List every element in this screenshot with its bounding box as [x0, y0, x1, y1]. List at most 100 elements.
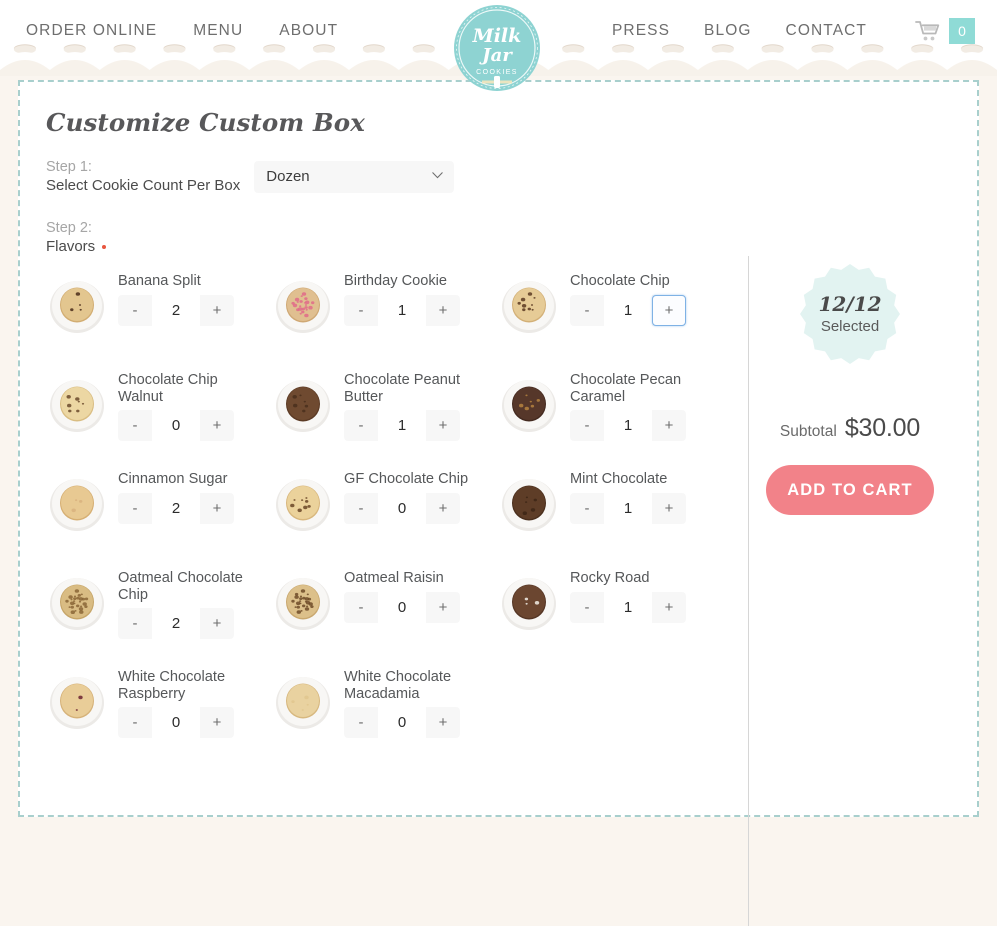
- decrement-button[interactable]: -: [118, 493, 152, 524]
- decrement-button[interactable]: -: [570, 410, 604, 441]
- cookie-thumbnail-icon: [50, 677, 104, 729]
- flavor-item: Banana Split -2 +: [46, 272, 272, 371]
- site-header: ORDER ONLINE MENU ABOUT PRESS BLOG CONTA…: [0, 0, 997, 91]
- flavor-item: Chocolate Pecan Caramel -1 +: [498, 371, 724, 470]
- flavor-name: Mint Chocolate: [570, 471, 668, 487]
- increment-button[interactable]: +: [426, 592, 460, 623]
- quantity-stepper: -2 +: [118, 608, 234, 639]
- increment-button[interactable]: +: [426, 295, 460, 326]
- increment-button[interactable]: +: [426, 410, 460, 441]
- increment-button[interactable]: +: [200, 410, 234, 441]
- flavor-item: GF Chocolate Chip -0 +: [272, 470, 498, 569]
- increment-button[interactable]: +: [426, 707, 460, 738]
- decrement-button[interactable]: -: [570, 592, 604, 623]
- flavor-body: Oatmeal Chocolate Chip -2 +: [118, 569, 250, 639]
- increment-button[interactable]: +: [200, 608, 234, 639]
- quantity-value[interactable]: 0: [378, 591, 426, 623]
- decrement-button[interactable]: -: [118, 295, 152, 326]
- nav-right-group: PRESS BLOG CONTACT 0: [612, 18, 975, 44]
- quantity-stepper: -1 +: [570, 492, 686, 524]
- step-1-sublabel: Select Cookie Count Per Box: [46, 177, 241, 194]
- increment-button[interactable]: +: [652, 493, 686, 524]
- decrement-button[interactable]: -: [118, 608, 152, 639]
- cookie-thumbnail: [46, 274, 108, 336]
- quantity-value[interactable]: 1: [604, 492, 652, 524]
- quantity-value[interactable]: 1: [604, 410, 652, 441]
- quantity-value[interactable]: 0: [378, 492, 426, 524]
- quantity-value[interactable]: 2: [152, 294, 200, 326]
- decrement-button[interactable]: -: [118, 410, 152, 441]
- increment-button[interactable]: +: [200, 707, 234, 738]
- increment-button[interactable]: +: [652, 410, 686, 441]
- cookie-count-select[interactable]: Dozen: [254, 160, 455, 193]
- decrement-button[interactable]: -: [118, 707, 152, 738]
- quantity-value[interactable]: 2: [152, 492, 200, 524]
- logo-text-cookies: COOKIES: [476, 69, 518, 76]
- flavor-body: Chocolate Chip -1 +: [570, 272, 686, 326]
- quantity-value[interactable]: 1: [378, 410, 426, 441]
- cookie-thumbnail-icon: [50, 380, 104, 432]
- cookie-thumbnail-icon: [276, 578, 330, 630]
- nav-contact[interactable]: CONTACT: [786, 22, 867, 40]
- step-2-sublabel: Flavors: [46, 238, 96, 255]
- step-2-label: Step 2:: [46, 220, 92, 236]
- flavor-grid: Banana Split -2 + Birthday Cookie -1 + Chocola…: [46, 256, 725, 926]
- flavor-body: Birthday Cookie -1 +: [344, 272, 460, 326]
- flavor-item: Mint Chocolate -1 +: [498, 470, 724, 569]
- quantity-value[interactable]: 1: [378, 294, 426, 326]
- cookie-thumbnail: [46, 373, 108, 435]
- decrement-button[interactable]: -: [344, 707, 378, 738]
- cookie-thumbnail-icon: [502, 380, 556, 432]
- quantity-value[interactable]: 2: [152, 608, 200, 639]
- flavor-item: Chocolate Chip -1 +: [498, 272, 724, 371]
- step-1-labels: Step 1: Select Cookie Count Per Box: [46, 159, 240, 194]
- cookie-thumbnail-icon: [276, 380, 330, 432]
- chevron-down-icon: [432, 171, 444, 178]
- page-body: Customize Custom Box Step 1: Select Cook…: [0, 62, 997, 926]
- cookie-thumbnail: [272, 571, 334, 633]
- nav-menu[interactable]: MENU: [193, 22, 243, 40]
- decrement-button[interactable]: -: [344, 592, 378, 623]
- logo-text-milk: Milk: [472, 25, 522, 47]
- site-logo[interactable]: Milk Jar COOKIES: [452, 2, 542, 94]
- nav-blog[interactable]: BLOG: [704, 22, 751, 40]
- decrement-button[interactable]: -: [344, 295, 378, 326]
- quantity-stepper: -0 +: [344, 707, 460, 738]
- quantity-stepper: -2 +: [118, 294, 234, 326]
- flavor-item: Chocolate Peanut Butter -1 +: [272, 371, 498, 470]
- decrement-button[interactable]: -: [344, 410, 378, 441]
- flavor-name: GF Chocolate Chip: [344, 471, 469, 487]
- cookie-thumbnail-icon: [502, 479, 556, 531]
- nav-about[interactable]: ABOUT: [279, 22, 338, 40]
- increment-button[interactable]: +: [426, 493, 460, 524]
- quantity-stepper: -1 +: [570, 294, 686, 326]
- flavor-name: Chocolate Peanut Butter: [344, 372, 461, 405]
- quantity-value[interactable]: 0: [378, 707, 426, 738]
- cart-widget[interactable]: 0: [915, 18, 975, 44]
- decrement-button[interactable]: -: [570, 493, 604, 524]
- shopping-cart-icon[interactable]: [915, 20, 941, 42]
- increment-button[interactable]: +: [652, 294, 686, 326]
- page-title: Customize Custom Box: [46, 108, 365, 137]
- quantity-value[interactable]: 0: [152, 410, 200, 441]
- selected-count-label: Selected: [820, 318, 880, 335]
- flavor-name: Banana Split: [118, 273, 201, 289]
- flavor-item: Birthday Cookie -1 +: [272, 272, 498, 371]
- cookie-thumbnail: [272, 373, 334, 435]
- add-to-cart-button[interactable]: ADD TO CART: [766, 465, 934, 515]
- decrement-button[interactable]: -: [570, 295, 604, 326]
- cookie-thumbnail-icon: [276, 479, 330, 531]
- increment-button[interactable]: +: [652, 592, 686, 623]
- increment-button[interactable]: +: [200, 493, 234, 524]
- cart-count-badge[interactable]: 0: [949, 18, 975, 44]
- decrement-button[interactable]: -: [344, 493, 378, 524]
- quantity-stepper: -0 +: [118, 410, 234, 441]
- nav-press[interactable]: PRESS: [612, 22, 670, 40]
- quantity-value[interactable]: 1: [604, 591, 652, 623]
- quantity-value[interactable]: 1: [604, 294, 652, 326]
- quantity-stepper: -1 +: [570, 410, 686, 441]
- nav-order-online[interactable]: ORDER ONLINE: [26, 22, 157, 40]
- increment-button[interactable]: +: [200, 295, 234, 326]
- flavor-name: Chocolate Pecan Caramel: [570, 372, 682, 405]
- quantity-value[interactable]: 0: [152, 707, 200, 738]
